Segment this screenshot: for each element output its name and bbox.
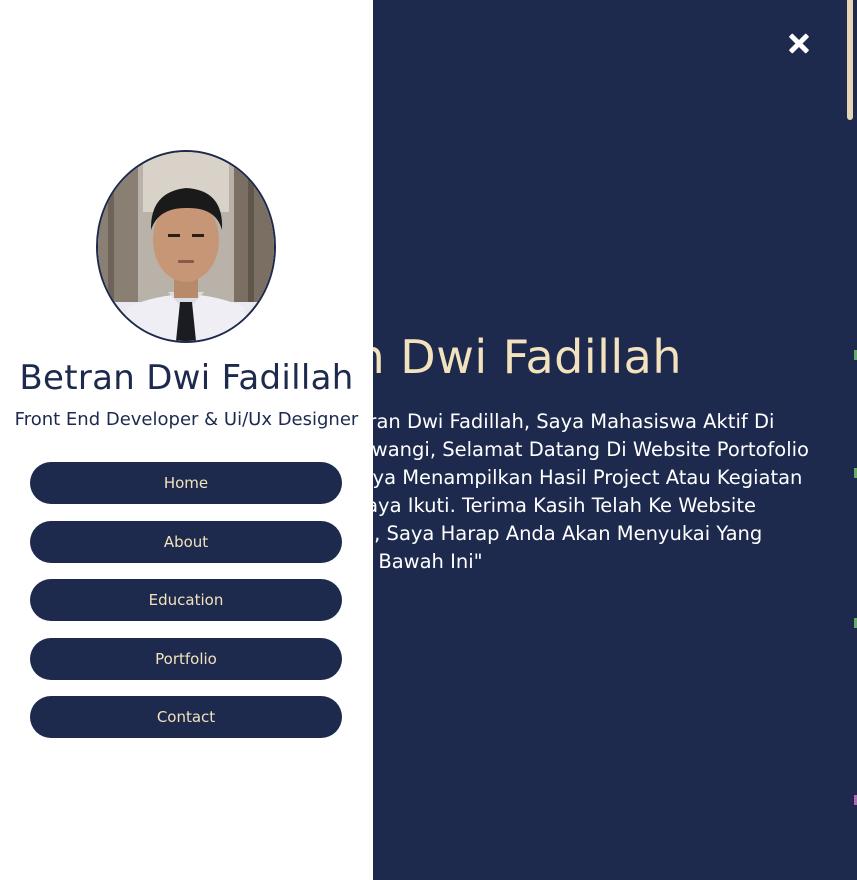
page-scrollbar[interactable] [845,0,857,880]
profile-name: Betran Dwi Fadillah [19,358,354,398]
nav-portfolio-button[interactable]: Portfolio [30,637,342,680]
nav-education-button[interactable]: Education [30,579,342,621]
nav-about-button[interactable]: About [30,520,342,563]
profile-role: Front End Developer & Ui/Ux Designer [14,409,359,430]
drawer-nav: Home About Education Portfolio Contact [30,462,342,755]
side-drawer: Betran Dwi Fadillah Front End Developer … [0,0,373,880]
profile-photo [98,152,274,341]
scrollbar-thumb[interactable] [847,0,853,120]
avatar [96,150,276,343]
nav-contact-button[interactable]: Contact [30,696,342,738]
nav-home-button[interactable]: Home [30,462,342,504]
close-icon[interactable] [786,30,814,58]
